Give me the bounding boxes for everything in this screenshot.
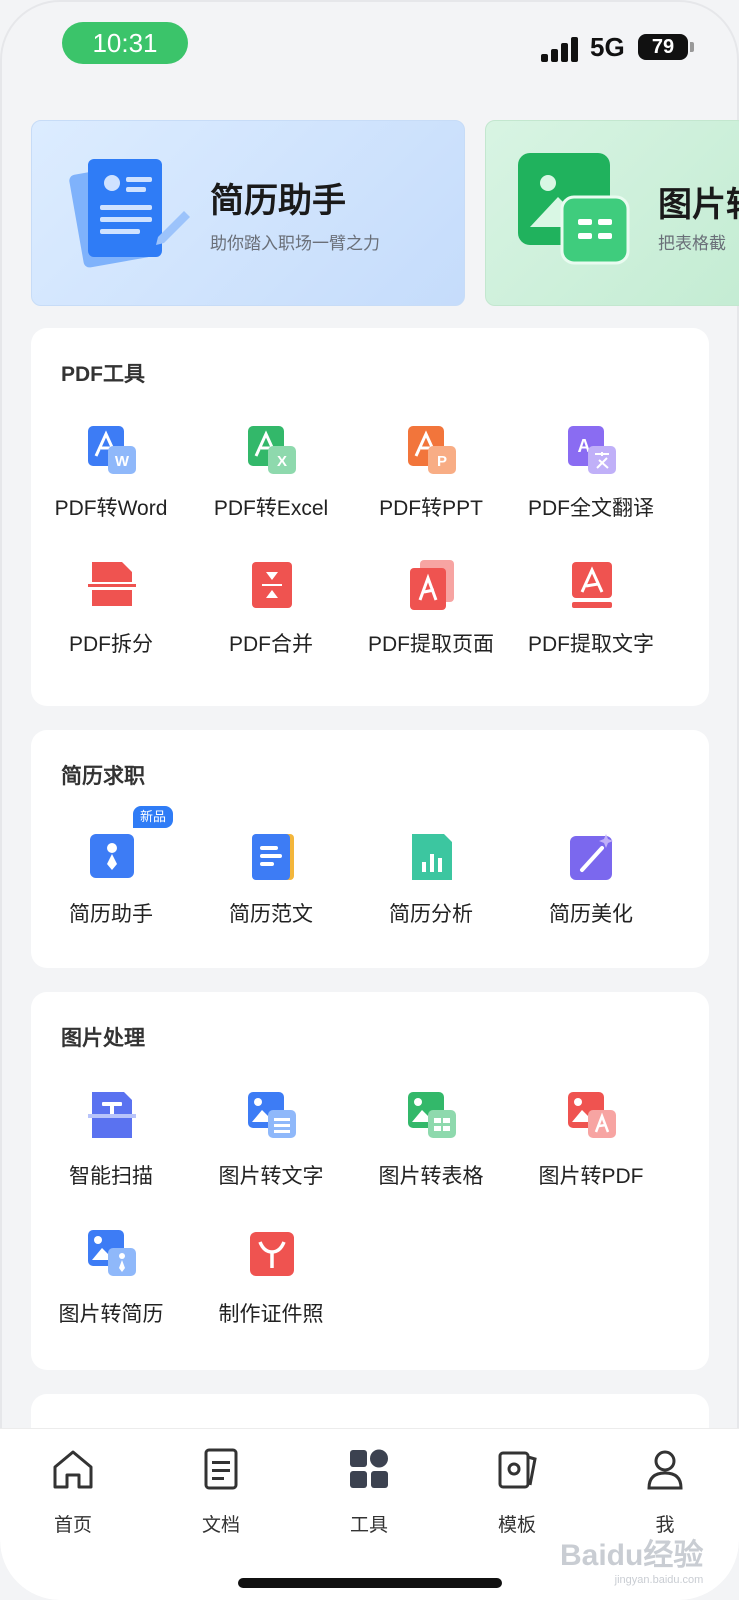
pdf-extract-pages-icon xyxy=(410,560,454,610)
banner-title: 图片转 xyxy=(658,186,739,224)
watermark-url: jingyan.baidu.com xyxy=(614,1574,704,1586)
tool-label: PDF全文翻译 xyxy=(528,497,654,520)
tool-pdf-merge[interactable]: PDF合并 xyxy=(191,560,351,660)
tool-pdf-extract-pages[interactable]: PDF提取页面 xyxy=(351,560,511,660)
id-photo-icon xyxy=(250,1232,294,1276)
status-bar: 10:31 5G 79 xyxy=(0,0,739,90)
banner-subtitle: 助你踏入职场一臂之力 xyxy=(210,234,380,253)
tool-label: 简历美化 xyxy=(549,903,633,926)
tool-label: 图片转表格 xyxy=(378,1165,484,1188)
pdf-translate-icon: A xyxy=(568,426,616,474)
nav-label: 首页 xyxy=(53,1515,92,1536)
tool-label: PDF提取页面 xyxy=(368,633,494,656)
tool-resume-sample[interactable]: 简历范文 xyxy=(191,828,351,938)
svg-text:P: P xyxy=(437,453,447,470)
new-badge: 新品 xyxy=(133,806,174,828)
nav-profile[interactable]: 我 xyxy=(615,1447,715,1537)
pdf-tools-card: PDF工具 W PDF转Word X PDF转Excel P PDF转PPT A… xyxy=(31,328,709,706)
image-to-table-banner[interactable]: 图片转 把表格截 xyxy=(485,120,739,306)
image-to-resume-icon xyxy=(88,1230,136,1276)
resume-assistant-icon xyxy=(90,834,134,878)
tool-label: PDF转Word xyxy=(54,497,168,520)
pdf-to-excel-icon: X xyxy=(248,426,296,474)
tool-image-to-text[interactable]: 图片转文字 xyxy=(191,1090,351,1190)
signal-strength-icon xyxy=(541,36,583,62)
profile-icon xyxy=(647,1450,683,1490)
tool-image-to-resume[interactable]: 图片转简历 xyxy=(31,1228,191,1328)
nav-templates[interactable]: 模板 xyxy=(467,1447,567,1537)
tool-label: PDF转PPT xyxy=(379,497,483,520)
tool-pdf-to-word[interactable]: W PDF转Word xyxy=(31,424,191,524)
tool-smart-scan[interactable]: 智能扫描 xyxy=(31,1090,191,1190)
banner-subtitle: 把表格截 xyxy=(658,234,726,253)
nav-tools[interactable]: 工具 xyxy=(319,1447,419,1537)
tool-resume-assistant[interactable]: 新品 简历助手 xyxy=(31,806,191,938)
svg-text:W: W xyxy=(115,453,130,470)
smart-scan-icon xyxy=(88,1092,136,1138)
tool-pdf-to-ppt[interactable]: P PDF转PPT xyxy=(351,424,511,524)
image-to-table-icon xyxy=(408,1092,456,1138)
tool-pdf-extract-text[interactable]: PDF提取文字 xyxy=(511,560,671,660)
tool-image-to-table[interactable]: 图片转表格 xyxy=(351,1090,511,1190)
nav-home[interactable]: 首页 xyxy=(23,1447,123,1537)
svg-text:X: X xyxy=(277,453,287,470)
image-to-pdf-icon xyxy=(568,1092,616,1138)
tool-label: 简历助手 xyxy=(69,903,153,926)
tool-label: 制作证件照 xyxy=(218,1303,324,1326)
resume-analysis-icon xyxy=(412,834,452,880)
document-icon xyxy=(204,1448,238,1490)
network-type: 5G xyxy=(590,32,625,62)
template-icon xyxy=(498,1451,537,1489)
home-icon xyxy=(53,1450,93,1489)
section-title: 图片处理 xyxy=(61,1027,145,1050)
nav-label: 文档 xyxy=(201,1515,240,1536)
resume-sample-icon xyxy=(252,834,294,880)
tool-pdf-translate[interactable]: A PDF全文翻译 xyxy=(511,424,671,524)
tools-icon xyxy=(350,1449,388,1488)
tool-label: 图片转简历 xyxy=(58,1303,164,1326)
section-title: PDF工具 xyxy=(61,363,145,386)
nav-label: 模板 xyxy=(497,1515,536,1536)
home-indicator xyxy=(238,1578,502,1588)
resume-assistant-banner[interactable]: 简历助手 助你踏入职场一臂之力 xyxy=(31,120,465,306)
pdf-extract-text-icon xyxy=(572,562,612,608)
tool-label: PDF转Excel xyxy=(213,497,329,520)
phone-screen: 10:31 5G 79 简历助手 助你踏入职场一臂之力 图片 把表格截 PDF工… xyxy=(0,0,739,1600)
pdf-merge-icon xyxy=(252,562,292,608)
pdf-split-icon xyxy=(88,562,136,606)
tool-label: PDF提取文字 xyxy=(528,633,654,656)
image-to-text-icon xyxy=(248,1092,296,1138)
nav-label: 工具 xyxy=(349,1515,388,1536)
tool-pdf-split[interactable]: PDF拆分 xyxy=(31,560,191,660)
resume-card: 简历求职 新品 简历助手 简历范文 简历分析 简历美化 xyxy=(31,730,709,968)
tool-resume-analysis[interactable]: 简历分析 xyxy=(351,828,511,938)
tool-id-photo[interactable]: 制作证件照 xyxy=(191,1228,351,1328)
battery-tip xyxy=(690,42,694,52)
watermark: Baidu经验 jingyan.baidu.com xyxy=(560,1530,703,1586)
tool-image-to-pdf[interactable]: 图片转PDF xyxy=(511,1090,671,1190)
watermark-text: Baidu经验 xyxy=(560,1539,704,1572)
battery-icon: 79 xyxy=(638,34,688,60)
image-processing-card: 图片处理 智能扫描 图片转文字 图片转表格 图片转PDF 图片转简历 制作证件照 xyxy=(31,992,709,1370)
tool-label: 图片转PDF xyxy=(538,1165,644,1188)
tool-pdf-to-excel[interactable]: X PDF转Excel xyxy=(191,424,351,524)
tool-resume-beautify[interactable]: 简历美化 xyxy=(511,828,671,938)
pdf-to-word-icon: W xyxy=(88,426,136,474)
resume-document-icon xyxy=(69,159,190,268)
tool-label: 简历范文 xyxy=(229,903,313,926)
tool-label: PDF合并 xyxy=(229,633,313,656)
section-title: 简历求职 xyxy=(61,765,145,788)
tool-label: 图片转文字 xyxy=(218,1165,324,1188)
image-table-icon xyxy=(518,153,630,265)
banner-title: 简历助手 xyxy=(210,182,346,220)
tool-label: 智能扫描 xyxy=(69,1165,153,1188)
nav-documents[interactable]: 文档 xyxy=(171,1447,271,1537)
pdf-to-ppt-icon: P xyxy=(408,426,456,474)
tool-label: PDF拆分 xyxy=(69,633,153,656)
resume-beautify-icon xyxy=(570,834,613,880)
tool-label: 简历分析 xyxy=(389,903,473,926)
status-time: 10:31 xyxy=(62,22,188,64)
